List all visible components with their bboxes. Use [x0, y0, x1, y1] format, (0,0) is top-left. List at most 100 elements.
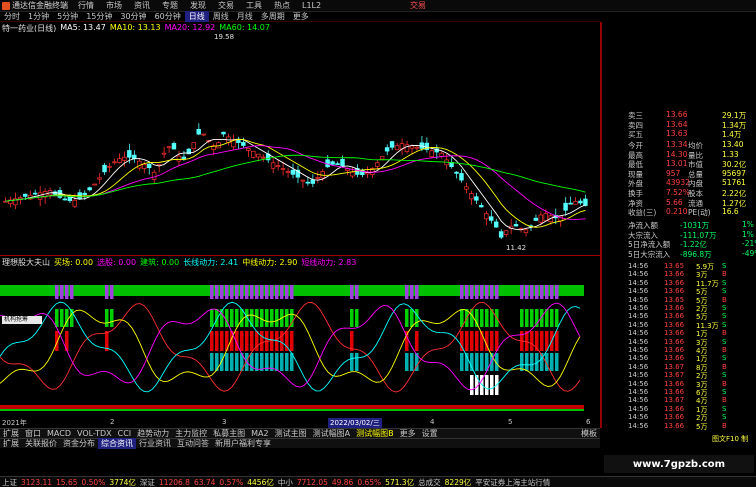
date-month-4: 4 [430, 418, 435, 426]
signal-bar [220, 331, 224, 351]
period-day[interactable]: 日线 [184, 11, 209, 22]
tick-price: 13.66 [664, 337, 685, 346]
ask-row[interactable]: 买五 13.63 1.4万 [604, 129, 756, 139]
period-30min[interactable]: 30分钟 [116, 11, 150, 22]
ask-row[interactable]: 卖三 13.66 29.1万 [604, 110, 756, 120]
stat-row: 净资 5.66 流通 1.27亿 [604, 198, 756, 208]
flow-pct: -49% [742, 248, 756, 258]
signal-bar [405, 353, 409, 371]
period-week[interactable]: 周线 [209, 11, 233, 22]
tick-dir: S [722, 278, 727, 287]
ma10-value: MA10: 13.13 [109, 23, 161, 32]
signal-bar [525, 285, 529, 299]
tick-row: 14:56 13.66 3万 S [604, 338, 756, 347]
stat-row: 外盘 43932 内盘 51761 [604, 178, 756, 188]
period-15min[interactable]: 15分钟 [82, 11, 116, 22]
flow-pct: 1% [742, 220, 754, 229]
f10-label[interactable]: 图文F10 制 [712, 434, 756, 443]
tab-vol-tdx[interactable]: VOL-TDX [74, 429, 115, 438]
signal-bar [475, 331, 479, 351]
signal-bar [215, 331, 219, 351]
tick-price: 13.65 [664, 262, 685, 270]
indicator-tabs: 扩展 窗口 MACD VOL-TDX CCI 趋势动力 主力监控 私募主图 MA… [0, 428, 600, 438]
signal-bar [260, 353, 264, 371]
signal-bar [355, 285, 359, 299]
tab-cci[interactable]: CCI [115, 429, 135, 438]
menu-hot[interactable]: 热点 [268, 0, 296, 11]
signal-bar [545, 285, 549, 299]
menu-l1l2[interactable]: L1L2 [296, 1, 327, 10]
signal-bar [530, 309, 534, 327]
signal-bar [520, 285, 524, 299]
signal-bar [260, 309, 264, 327]
status-item[interactable]: 深证 [138, 477, 157, 487]
candle-body [459, 173, 464, 181]
tick-dir: S [722, 262, 727, 270]
indicator-chart[interactable] [0, 267, 600, 417]
period-month[interactable]: 月线 [233, 11, 257, 22]
tab2-news[interactable]: 综合资讯 [98, 438, 136, 449]
menu-topic[interactable]: 专题 [156, 0, 184, 11]
candle-body [221, 131, 226, 135]
tab2-qa[interactable]: 互动问答 [174, 438, 212, 449]
stat-row: 今开 13.34 均价 13.40 [604, 140, 756, 150]
tab-macd[interactable]: MACD [44, 429, 74, 438]
signal-bar [215, 285, 219, 299]
tab2-expand[interactable]: 扩展 [0, 438, 22, 449]
tick-price: 13.66 [664, 320, 685, 329]
tick-row: 14:56 13.66 1万 S [604, 405, 756, 414]
signal-bar [525, 331, 529, 351]
signal-bar [350, 285, 354, 299]
signal-bar [105, 309, 109, 327]
ma-legend: 特一药业(日线) MA5: 13.47 MA10: 13.13 MA20: 12… [2, 23, 270, 33]
menu-discover[interactable]: 发现 [184, 0, 212, 11]
menu-news[interactable]: 资讯 [128, 0, 156, 11]
period-1min[interactable]: 1分钟 [24, 11, 53, 22]
tick-row: 14:56 13.66 5万 B [604, 422, 756, 431]
period-tick[interactable]: 分时 [0, 11, 24, 22]
menu-market[interactable]: 市场 [100, 0, 128, 11]
tick-row: 14:56 13.67 4万 B [604, 396, 756, 405]
menu-trade[interactable]: 交易 [212, 0, 240, 11]
menu-quote[interactable]: 行情 [72, 0, 100, 11]
candle-body [102, 164, 107, 173]
tab2-fund-dist[interactable]: 资金分布 [60, 438, 98, 449]
indicator-legend: 理想股大夫山 买场: 0.00 选股: 0.00 建筑: 0.00 长线动力: … [2, 257, 356, 267]
stat-label: 收益(三) [628, 208, 657, 218]
candle-body [127, 150, 132, 158]
status-item[interactable]: 上证 [0, 477, 19, 487]
candle-body [87, 187, 92, 191]
tick-row: 14:56 13.66 4万 B [604, 346, 756, 355]
signal-bar [220, 353, 224, 371]
period-multi[interactable]: 多周期 [257, 11, 289, 22]
tab-ma2[interactable]: MA2 [248, 429, 271, 438]
signal-bar [480, 353, 484, 371]
candlestick-chart[interactable] [0, 32, 600, 254]
signal-bar [105, 285, 109, 299]
signal-bar [255, 353, 259, 371]
tab2-related[interactable]: 关联报价 [22, 438, 60, 449]
period-more[interactable]: 更多 [289, 11, 313, 22]
signal-bar [555, 285, 559, 299]
trade-quick-button[interactable]: 交易 [410, 0, 426, 11]
candle-body [469, 193, 474, 200]
candle-body [374, 162, 380, 167]
status-item: 63.74 [193, 477, 216, 487]
period-5min[interactable]: 5分钟 [53, 11, 82, 22]
tab2-industry[interactable]: 行业资讯 [136, 438, 174, 449]
tick-price: 13.67 [664, 371, 685, 380]
status-item: 3774亿 [109, 477, 136, 487]
tab2-welfare[interactable]: 新用户福利专享 [212, 438, 274, 449]
tick-dir: S [722, 404, 727, 413]
signal-bar [415, 285, 419, 299]
tick-time: 14:56 [628, 320, 649, 329]
candle-body [112, 161, 117, 164]
ask-label: 买五 [628, 130, 643, 139]
signal-bar [250, 285, 254, 299]
status-item[interactable]: 中小 [276, 477, 295, 487]
tick-price: 13.66 [664, 304, 685, 312]
stat-value: 0.210 [666, 207, 688, 217]
menu-tools[interactable]: 工具 [240, 0, 268, 11]
period-60min[interactable]: 60分钟 [151, 11, 185, 22]
ask-row[interactable]: 卖四 13.64 1.34万 [604, 120, 756, 130]
